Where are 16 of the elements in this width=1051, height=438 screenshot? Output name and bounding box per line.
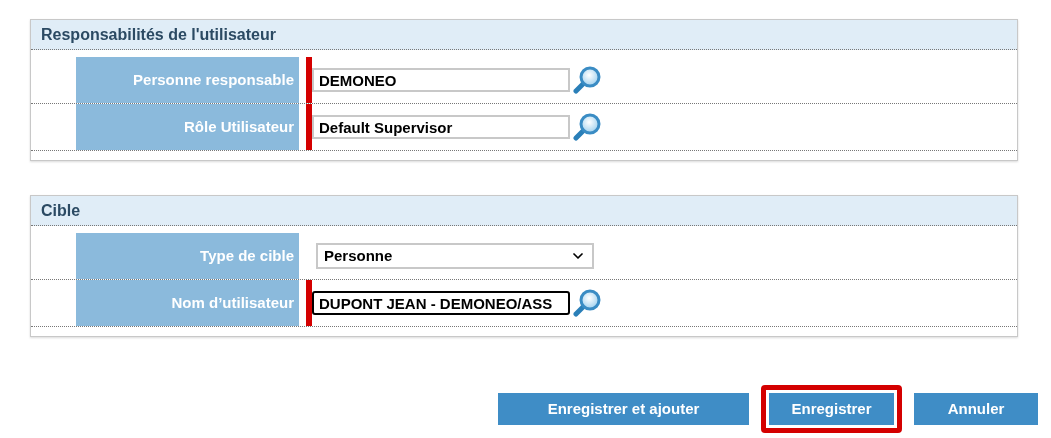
search-icon[interactable] (573, 112, 603, 142)
field-label: Type de cible (76, 233, 299, 279)
lookup-field[interactable]: DUPONT JEAN - DEMONEO/ASS (312, 291, 570, 315)
lookup-field[interactable]: DEMONEO (312, 68, 570, 92)
action-button[interactable]: Enregistrer (769, 393, 894, 425)
lookup-field[interactable]: Default Supervisor (312, 115, 570, 139)
field-label: Nom d’utilisateur (76, 280, 299, 326)
field-label: Personne responsable (76, 57, 299, 103)
field-label: Rôle Utilisateur (76, 104, 299, 150)
search-icon[interactable] (573, 65, 603, 95)
search-icon[interactable] (573, 288, 603, 318)
section-title: Cible (31, 196, 1017, 226)
action-button[interactable]: Annuler (914, 393, 1038, 425)
type-select[interactable]: Personne (316, 243, 594, 269)
section-title: Responsabilités de l'utilisateur (31, 20, 1017, 50)
action-button[interactable]: Enregistrer et ajouter (498, 393, 749, 425)
